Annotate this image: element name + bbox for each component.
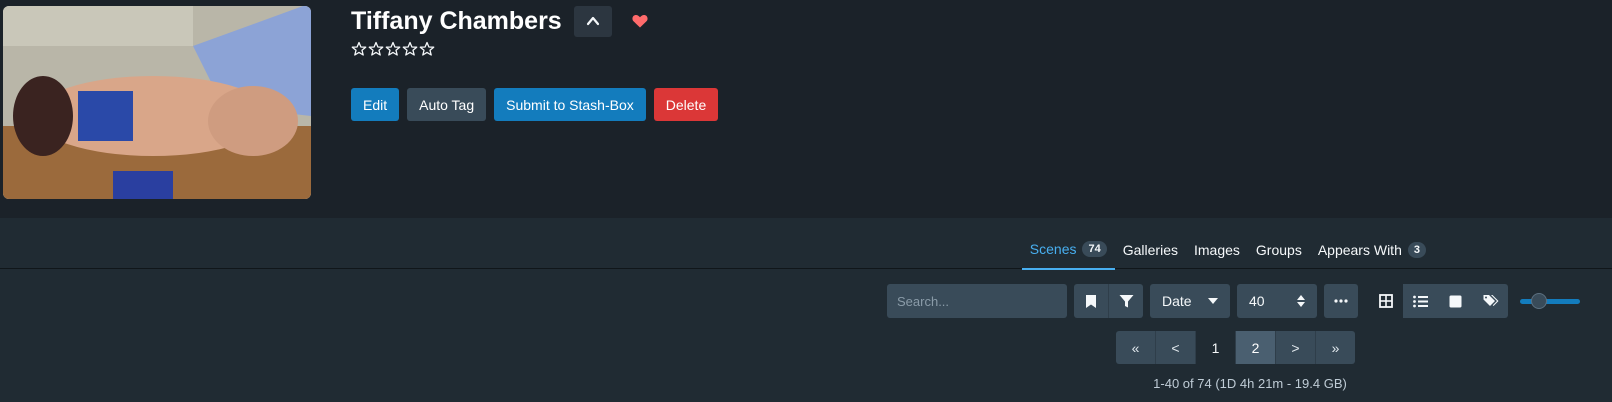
delete-button[interactable]: Delete [653,88,719,121]
filter-button[interactable] [1108,284,1143,318]
search-input[interactable] [887,284,1067,318]
tab-galleries[interactable]: Galleries [1115,230,1186,270]
tab-label: Groups [1255,242,1302,258]
submit-stashbox-button[interactable]: Submit to Stash-Box [494,88,646,121]
favorite-toggle[interactable] [632,14,648,28]
view-list-button[interactable] [1403,284,1438,318]
edit-button[interactable]: Edit [351,88,400,121]
view-grid-button[interactable] [1368,284,1403,318]
tab-label: Appears With [1317,242,1402,258]
zoom-handle[interactable] [1531,293,1547,309]
list-toolbar: Date 40 [887,284,1580,318]
sort-select[interactable]: Date [1150,284,1230,318]
tab-groups[interactable]: Groups [1248,230,1310,270]
star-icon[interactable] [402,41,418,57]
caret-down-icon [1208,298,1218,304]
tab-label: Images [1193,242,1240,258]
sort-value: Date [1162,293,1192,309]
performer-image[interactable] [3,6,311,199]
tab-appears-with[interactable]: Appears With 3 [1310,230,1434,270]
ellipsis-icon [1334,299,1348,303]
first-page-button[interactable]: « [1116,331,1155,364]
pagination: « < 1 2 > » [1116,331,1355,364]
bookmark-icon [1086,294,1096,308]
zoom-slider[interactable] [1520,284,1580,318]
auto-tag-button[interactable]: Auto Tag [407,88,487,121]
view-wall-button[interactable] [1438,284,1473,318]
prev-page-button[interactable]: < [1155,331,1195,364]
tabs-bar: Scenes 74 Galleries Images Groups Appear… [0,218,1612,270]
heart-icon [632,14,648,28]
tab-images[interactable]: Images [1186,230,1248,270]
last-page-button[interactable]: » [1315,331,1355,364]
per-page-value: 40 [1249,293,1265,309]
page-2-button[interactable]: 2 [1235,331,1275,364]
chevron-up-icon [586,16,599,26]
more-options-button[interactable] [1324,284,1358,318]
performer-name: Tiffany Chambers [351,6,562,35]
tab-label: Scenes [1029,241,1077,257]
page-1-button[interactable]: 1 [1195,331,1235,364]
per-page-select[interactable]: 40 [1237,284,1317,318]
filter-icon [1119,294,1133,307]
star-icon[interactable] [351,41,367,57]
tab-scenes[interactable]: Scenes 74 [1021,230,1115,270]
star-icon[interactable] [385,41,401,57]
collapse-button[interactable] [573,5,612,37]
saved-filters-button[interactable] [1074,284,1108,318]
rating-stars[interactable] [351,41,435,57]
view-tagger-button[interactable] [1473,284,1508,318]
next-page-button[interactable]: > [1275,331,1315,364]
wall-icon [1449,295,1462,307]
list-icon [1413,295,1428,307]
grid-icon [1378,294,1393,308]
count-badge: 3 [1407,242,1426,258]
zoom-track [1520,299,1580,304]
tags-icon [1483,295,1498,306]
tab-label: Galleries [1122,242,1178,258]
count-badge: 74 [1082,241,1107,257]
performer-header: Tiffany Chambers Edit Auto Tag Submit to… [0,0,1612,218]
results-summary: 1-40 of 74 (1D 4h 21m - 19.4 GB) [1153,376,1347,391]
star-icon[interactable] [419,41,435,57]
sort-updown-icon [1297,295,1305,307]
star-icon[interactable] [368,41,384,57]
